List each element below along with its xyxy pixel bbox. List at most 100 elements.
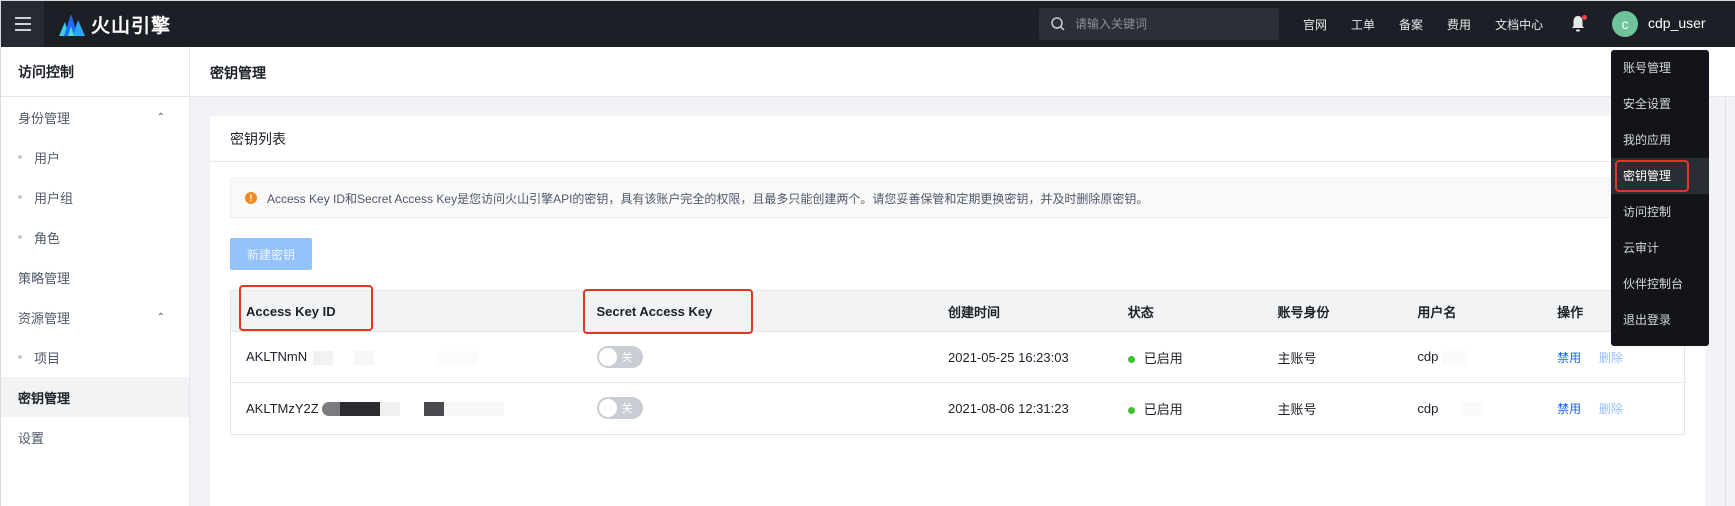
sidebar-title: 访问控制: [1, 47, 189, 97]
chevron-up-icon: ⌃: [156, 311, 165, 323]
new-key-button[interactable]: 新建密钥: [230, 238, 312, 270]
sidebar-group-label: 资源管理: [18, 310, 71, 326]
show-secret-toggle[interactable]: 关: [596, 397, 643, 419]
sidebar-item-users[interactable]: 用户: [1, 137, 189, 177]
disable-button[interactable]: 禁用: [1557, 402, 1581, 416]
top-navigation-bar: 火山引擎 官网 工单 备案 费用 文档中心 c cdp_user: [1, 1, 1735, 47]
card-title: 密钥列表: [210, 116, 1705, 162]
redacted-block: [322, 402, 341, 417]
toggle-label: 关: [621, 403, 633, 415]
menu-item-account[interactable]: 账号管理: [1611, 50, 1709, 86]
redacted-block: [1441, 350, 1466, 365]
sidebar: 访问控制 身份管理 ⌃ 用户 用户组 角色 策略管理 资源管理 ⌃ 项目 密钥管…: [1, 47, 190, 506]
username-cell: cdp: [1402, 349, 1542, 365]
volcano-logo-icon: [59, 14, 85, 36]
user-dropdown-menu: 账号管理 安全设置 我的应用 密钥管理 访问控制 云审计 伙伴控制台 退出登录: [1611, 50, 1709, 346]
global-search[interactable]: [1039, 8, 1279, 40]
warning-icon: !: [245, 192, 257, 204]
link-tickets[interactable]: 工单: [1351, 16, 1375, 33]
delete-button[interactable]: 删除: [1599, 402, 1623, 416]
bullet-icon: [18, 195, 22, 199]
highlight-secret-access-key: [583, 289, 753, 334]
disable-button[interactable]: 禁用: [1557, 351, 1581, 365]
status-dot-icon: [1127, 407, 1135, 415]
toggle-knob: [598, 347, 617, 366]
notification-button[interactable]: [1571, 15, 1587, 33]
access-key-id: AKLTMzY2Z: [246, 400, 319, 416]
status-dot-icon: [1127, 355, 1135, 363]
sidebar-item-label: 用户: [34, 150, 61, 166]
redacted-block: [443, 402, 504, 417]
notification-badge: [1582, 15, 1587, 20]
chevron-up-icon: ⌃: [156, 111, 165, 123]
toggle-label: 关: [621, 351, 633, 364]
sidebar-item-key-management[interactable]: 密钥管理: [1, 377, 189, 417]
menu-item-access-control[interactable]: 访问控制: [1611, 194, 1709, 230]
search-input[interactable]: [1075, 17, 1265, 31]
info-alert: ! Access Key ID和Secret Access Key是您访问火山引…: [230, 178, 1682, 218]
avatar[interactable]: c: [1612, 11, 1638, 37]
hamburger-icon: [14, 15, 31, 33]
created-time: 2021-05-25 16:23:03: [948, 349, 1069, 365]
top-links: 官网 工单 备案 费用 文档中心: [1303, 1, 1567, 47]
scrollbar-track[interactable]: [1725, 97, 1726, 506]
column-header-created: 创建时间: [948, 304, 1001, 320]
menu-item-key-management[interactable]: 密钥管理: [1611, 158, 1709, 194]
actions-cell: 禁用 删除: [1542, 349, 1684, 366]
access-key-id: AKLTNmN: [246, 349, 308, 365]
sidebar-item-label: 角色: [34, 230, 61, 246]
key-list-card: 密钥列表 ! Access Key ID和Secret Access Key是您…: [210, 116, 1705, 506]
alert-text: Access Key ID和Secret Access Key是您访问火山引擎A…: [267, 191, 1149, 206]
sidebar-group-label: 身份管理: [18, 110, 71, 126]
highlight-key-management: [1615, 160, 1689, 192]
status-badge: 已启用: [1143, 402, 1183, 417]
bullet-icon: [18, 355, 22, 359]
secret-key-cell: 关: [582, 345, 934, 369]
redacted-block: [380, 402, 401, 417]
brand-name: 火山引擎: [91, 15, 172, 37]
account-identity: 主账号: [1277, 350, 1317, 366]
created-time: 2021-08-06 12:31:23: [948, 401, 1069, 416]
sidebar-item-settings[interactable]: 设置: [1, 417, 189, 457]
menu-item-partner-console[interactable]: 伙伴控制台: [1611, 266, 1709, 302]
sidebar-item-user-groups[interactable]: 用户组: [1, 177, 189, 217]
link-docs[interactable]: 文档中心: [1495, 16, 1543, 33]
delete-button[interactable]: 删除: [1599, 351, 1623, 365]
brand-logo[interactable]: 火山引擎: [59, 11, 171, 37]
menu-toggle-button[interactable]: [1, 1, 44, 47]
status-cell: 已启用: [1113, 348, 1263, 367]
highlight-access-key-id: [239, 285, 373, 331]
link-billing[interactable]: 费用: [1447, 16, 1471, 33]
menu-item-my-apps[interactable]: 我的应用: [1611, 122, 1709, 158]
link-official-site[interactable]: 官网: [1303, 16, 1327, 33]
link-filing[interactable]: 备案: [1399, 16, 1423, 33]
status-badge: 已启用: [1143, 350, 1183, 366]
page-header: 密钥管理: [190, 47, 1735, 97]
sidebar-item-policies[interactable]: 策略管理: [1, 257, 189, 297]
column-header-status: 状态: [1127, 304, 1154, 320]
toggle-knob: [598, 399, 617, 417]
table-row: AKLTMzY2Z 关 2021-08-06 12:31:23 已启用 主账号 …: [231, 383, 1684, 434]
secret-key-cell: 关: [582, 397, 934, 420]
username[interactable]: cdp_user: [1648, 15, 1706, 31]
bullet-icon: [18, 155, 22, 159]
redacted-block: [423, 402, 444, 417]
sidebar-item-projects[interactable]: 项目: [1, 337, 189, 377]
row-username: cdp: [1417, 400, 1439, 416]
table-row: AKLTNmN 关 2021-05-25 16:23:03 已启用 主账号 cd…: [231, 332, 1684, 383]
menu-item-logout[interactable]: 退出登录: [1611, 302, 1709, 338]
sidebar-group-identity[interactable]: 身份管理 ⌃: [1, 97, 189, 137]
sidebar-item-label: 用户组: [34, 190, 74, 206]
sidebar-group-resources[interactable]: 资源管理 ⌃: [1, 297, 189, 337]
redacted-block: [1461, 402, 1482, 417]
status-cell: 已启用: [1113, 399, 1263, 418]
redacted-block: [312, 350, 333, 365]
access-key-id-cell: AKLTMzY2Z: [231, 401, 582, 417]
show-secret-toggle[interactable]: 关: [596, 345, 643, 368]
menu-item-security[interactable]: 安全设置: [1611, 86, 1709, 122]
bullet-icon: [18, 235, 22, 239]
table-header-row: Access Key ID Secret Access Key 创建时间 状态 …: [231, 291, 1684, 332]
sidebar-item-roles[interactable]: 角色: [1, 217, 189, 257]
sidebar-item-label: 项目: [34, 350, 61, 366]
menu-item-cloud-audit[interactable]: 云审计: [1611, 230, 1709, 266]
